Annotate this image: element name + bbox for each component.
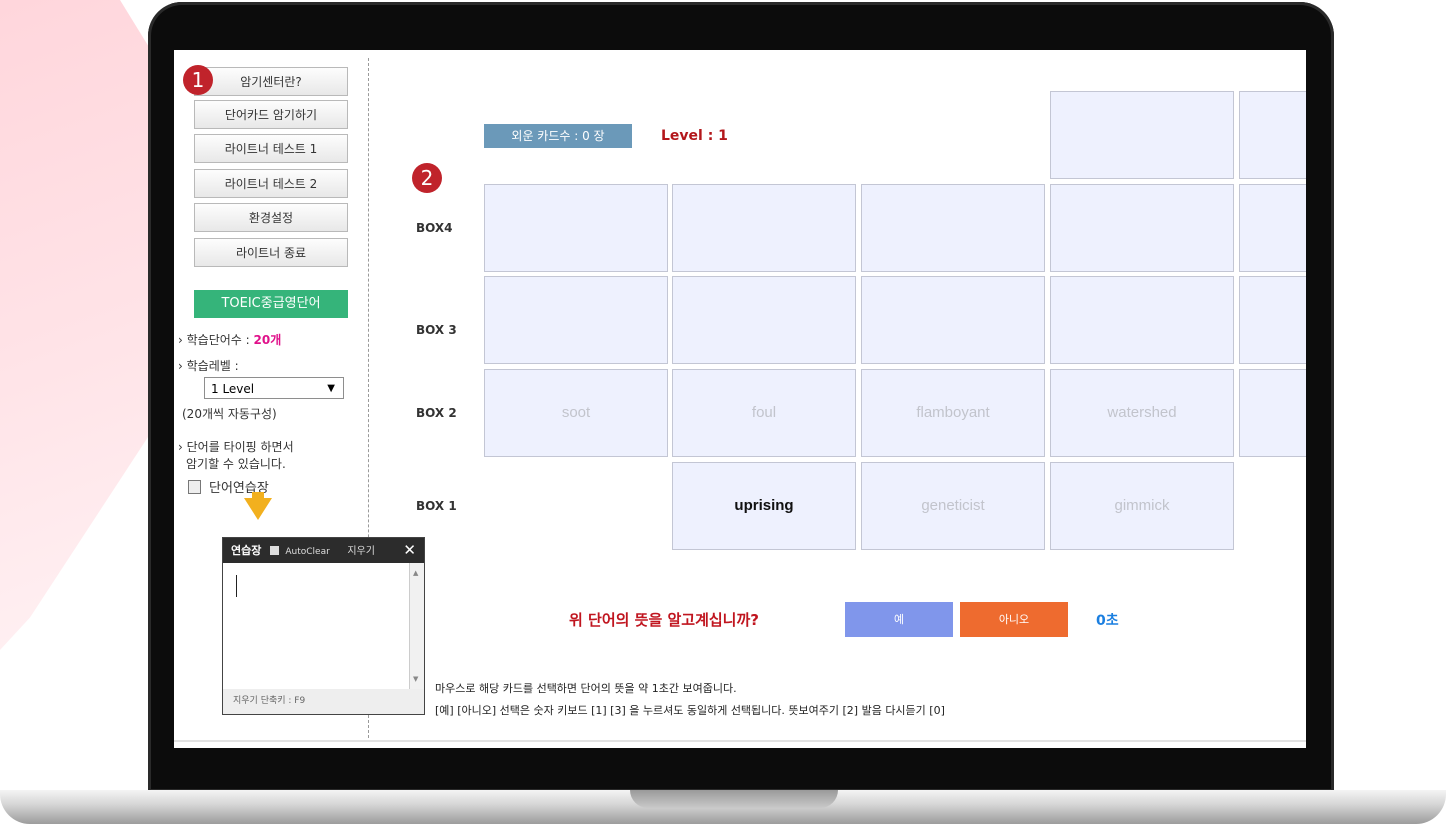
card[interactable] [1239,91,1306,179]
card[interactable] [672,276,856,364]
category-button[interactable]: TOEIC중급영단어 [194,290,348,318]
chevron-right-icon: › [178,359,183,373]
box3-label: BOX 3 [416,323,457,337]
study-level-label: 학습레벨 : [186,359,239,373]
laptop-notch [630,790,838,808]
level-select[interactable]: 1 Level ▼ [204,377,344,399]
typing-note-text: 단어를 타이핑 하면서 [186,440,294,454]
card[interactable] [1239,184,1306,272]
word-card[interactable]: soot [484,369,668,457]
caret-down-icon: ▼ [327,383,335,394]
chevron-right-icon: › [178,333,183,347]
callout-badge-1: 1 [183,65,213,95]
callout-badge-2: 2 [412,163,442,193]
menu-about-button[interactable]: 암기센터란? [194,67,348,96]
card[interactable] [1050,91,1234,179]
study-count: › 학습단어수 : 20개 [178,331,281,348]
autoclear-checkbox[interactable] [269,546,279,555]
level-label: Level : 1 [661,128,728,144]
timer: 0초 [1096,613,1119,629]
card[interactable] [484,184,668,272]
word-card[interactable]: gimmick [1050,462,1234,550]
app-screen: 암기센터란? 단어카드 암기하기 라이트너 테스트 1 라이트너 테스트 2 환… [174,50,1306,748]
box4-label: BOX4 [416,221,453,235]
text-cursor [236,575,237,597]
screen-bottom-border [174,740,1306,742]
study-level: › 학습레벨 : [178,357,239,374]
menu-exit-button[interactable]: 라이트너 종료 [194,238,348,267]
typing-note-line1: › 단어를 타이핑 하면서 [178,438,294,455]
question-text: 위 단어의 뜻을 알고계십니까? [569,611,759,629]
auto-config-note: (20개씩 자동구성) [182,407,277,421]
document-icon [188,480,201,494]
study-count-label: 학습단어수 : [186,333,250,347]
word-card[interactable]: flamboyant [861,369,1045,457]
card[interactable] [861,184,1045,272]
word-card[interactable]: watershed [1050,369,1234,457]
autoclear-label: AutoClear [285,547,330,557]
instruction-line-1: 마우스로 해당 카드를 선택하면 단어의 뜻을 약 1초간 보여줍니다. [435,682,737,695]
level-select-value: 1 Level [211,382,255,396]
instruction-line-2: [예] [아니오] 선택은 숫자 키보드 [1] [3] 을 누르셔도 동일하게… [435,704,945,717]
menu-word-card-button[interactable]: 단어카드 암기하기 [194,100,348,129]
card[interactable] [1050,184,1234,272]
typing-note-line2: 암기할 수 있습니다. [186,457,286,471]
learned-count-badge: 외운 카드수 : 0 장 [484,124,632,148]
leitner-board: 외운 카드수 : 0 장 Level : 1 2 BOX4 BOX 3 BOX … [369,50,1306,740]
no-button[interactable]: 아니오 [960,602,1068,637]
card[interactable] [484,276,668,364]
menu-leitner-test-2-button[interactable]: 라이트너 테스트 2 [194,169,348,198]
card[interactable] [1239,276,1306,364]
word-card[interactable]: foul [672,369,856,457]
practice-pad-title: 연습장 [231,544,262,557]
arrow-down-icon [244,498,272,520]
card[interactable] [1239,369,1306,457]
word-card-active[interactable]: uprising [672,462,856,550]
box1-label: BOX 1 [416,499,457,513]
word-card[interactable]: geneticist [861,462,1045,550]
menu-leitner-test-1-button[interactable]: 라이트너 테스트 1 [194,134,348,163]
card[interactable] [861,276,1045,364]
box2-label: BOX 2 [416,406,457,420]
card[interactable] [672,184,856,272]
menu-settings-button[interactable]: 환경설정 [194,203,348,232]
study-count-value: 20개 [253,333,282,347]
card[interactable] [1050,276,1234,364]
yes-button[interactable]: 예 [845,602,953,637]
chevron-right-icon: › [178,440,183,454]
